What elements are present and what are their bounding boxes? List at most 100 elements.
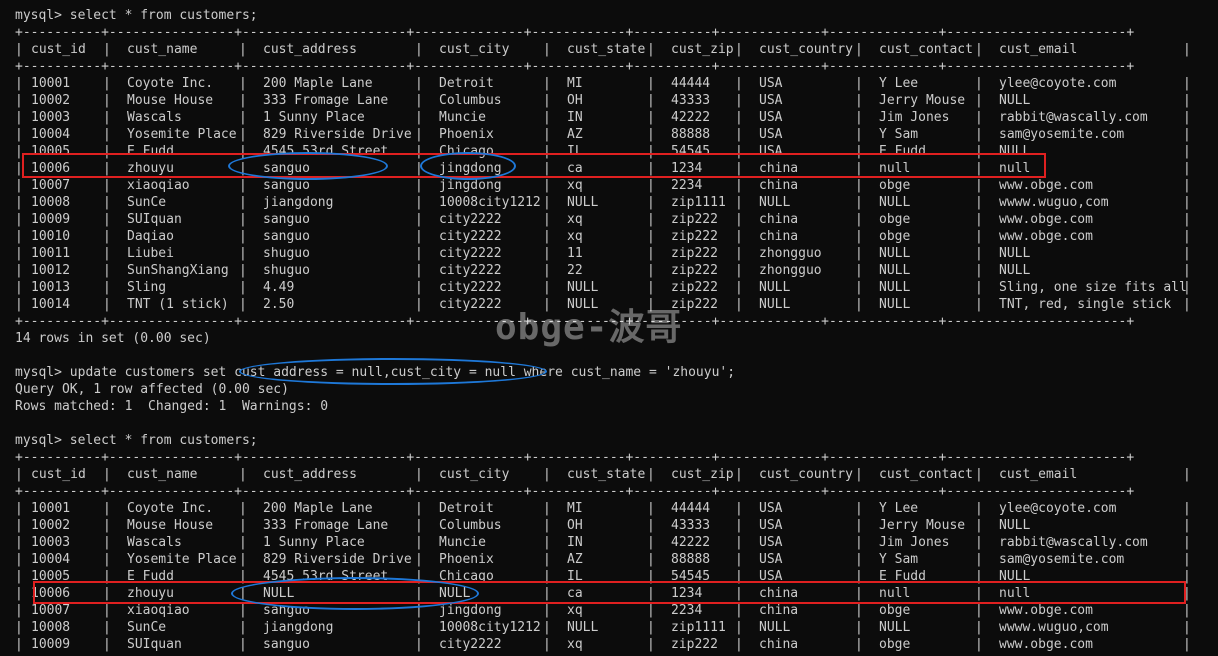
column-separator: | xyxy=(735,518,743,533)
table-cell: sanguo xyxy=(263,603,310,618)
table-cell: china xyxy=(759,586,799,601)
column-separator: | xyxy=(647,552,655,567)
table-cell: city2222 xyxy=(439,212,502,227)
column-separator: | xyxy=(103,76,111,91)
table-cell: rabbit@wascally.com xyxy=(999,535,1148,550)
table-cell: 22 xyxy=(567,263,583,278)
table-cell: cust_contact xyxy=(879,467,973,482)
table-cell: 829 Riverside Drive xyxy=(263,552,412,567)
column-separator: | xyxy=(647,42,655,57)
table-cell: USA xyxy=(759,76,783,91)
table-cell: sanguo xyxy=(263,229,310,244)
table-cell: zip222 xyxy=(671,229,718,244)
table-cell: china xyxy=(759,603,799,618)
column-separator: | xyxy=(855,501,863,516)
column-separator: | xyxy=(975,229,983,244)
table-cell: 200 Maple Lane xyxy=(263,501,373,516)
column-separator: | xyxy=(647,586,655,601)
column-separator: | xyxy=(647,569,655,584)
column-separator: | xyxy=(1183,603,1191,618)
table-cell: NULL xyxy=(879,620,911,635)
table-cell: SunShangXiang xyxy=(127,263,229,278)
result-summary: 14 rows in set (0.00 sec) xyxy=(15,331,211,346)
column-separator: | xyxy=(855,144,863,159)
column-separator: | xyxy=(103,161,111,176)
column-separator: | xyxy=(103,603,111,618)
column-separator: | xyxy=(975,178,983,193)
column-separator: | xyxy=(855,552,863,567)
column-separator: | xyxy=(647,467,655,482)
table-cell: zhongguo xyxy=(759,263,822,278)
table-cell: cust_name xyxy=(127,467,198,482)
table-row: | | | | | | | | | | 10009 SUIquan sanguo city2222 xq zi… xyxy=(15,211,1205,228)
table-cell: OH xyxy=(567,93,583,108)
column-separator: | xyxy=(1183,76,1191,91)
column-separator: | xyxy=(415,127,423,142)
table-cell: null xyxy=(999,161,1031,176)
column-separator: | xyxy=(103,535,111,550)
table-cell: Detroit xyxy=(439,76,494,91)
column-separator: | xyxy=(647,501,655,516)
table-cell: E Fudd xyxy=(879,144,926,159)
column-separator: | xyxy=(543,637,551,652)
column-separator: | xyxy=(647,229,655,244)
column-separator: | xyxy=(1183,501,1191,516)
table-cell: sanguo xyxy=(263,178,310,193)
terminal-window[interactable]: mysql> select * from customers; +--------… xyxy=(0,0,1218,656)
table-cell: NULL xyxy=(759,620,791,635)
column-separator: | xyxy=(543,552,551,567)
column-separator: | xyxy=(239,518,247,533)
table-cell: SUIquan xyxy=(127,637,182,652)
table-cell: china xyxy=(759,161,799,176)
table-cell: USA xyxy=(759,535,783,550)
table-cell: obge xyxy=(879,212,911,227)
column-separator: | xyxy=(975,501,983,516)
table-cell: Jim Jones xyxy=(879,110,950,125)
table-cell: 10012 xyxy=(31,263,71,278)
table-cell: 10013 xyxy=(31,280,71,295)
table-cell: www.obge.com xyxy=(999,603,1093,618)
column-separator: | xyxy=(1183,467,1191,482)
table-cell: NULL xyxy=(879,246,911,261)
column-separator: | xyxy=(415,620,423,635)
column-separator: | xyxy=(415,178,423,193)
column-separator: | xyxy=(15,603,23,618)
table-row: | | | | | | | | | | 10001 Coyote Inc. 200 Maple Lane… xyxy=(15,500,1205,517)
column-separator: | xyxy=(543,586,551,601)
column-separator: | xyxy=(1183,569,1191,584)
table-cell: 44444 xyxy=(671,501,711,516)
column-separator: | xyxy=(855,620,863,635)
column-separator: | xyxy=(239,212,247,227)
column-separator: | xyxy=(543,501,551,516)
column-separator: | xyxy=(103,144,111,159)
column-separator: | xyxy=(415,586,423,601)
table-cell: NULL xyxy=(879,195,911,210)
table-cell: NULL xyxy=(439,586,471,601)
table-cell: USA xyxy=(759,93,783,108)
column-separator: | xyxy=(415,637,423,652)
table-cell: china xyxy=(759,637,799,652)
column-separator: | xyxy=(1183,297,1191,312)
table-row: | | | | | | | | | | 10010 Daqiao sanguo city2222 xq zip… xyxy=(15,228,1205,245)
column-separator: | xyxy=(855,229,863,244)
table-cell: 11 xyxy=(567,246,583,261)
table-header-row: | | | | | | | | | | cust_id cust_name cust_address cu… xyxy=(15,466,1205,483)
column-separator: | xyxy=(735,603,743,618)
table-cell: xq xyxy=(567,178,583,193)
column-separator: | xyxy=(735,586,743,601)
column-separator: | xyxy=(103,42,111,57)
column-separator: | xyxy=(1183,161,1191,176)
table-cell: 10002 xyxy=(31,518,71,533)
table-cell: TNT, red, single stick xyxy=(999,297,1172,312)
column-separator: | xyxy=(735,467,743,482)
column-separator: | xyxy=(415,144,423,159)
column-separator: | xyxy=(735,297,743,312)
column-separator: | xyxy=(543,212,551,227)
column-separator: | xyxy=(415,161,423,176)
table-row: | | | | | | | | | | 10011 Liubei shuguo city2222 11 zip… xyxy=(15,245,1205,262)
column-separator: | xyxy=(735,93,743,108)
table-cell: 10008city1212 xyxy=(439,620,541,635)
column-separator: | xyxy=(15,552,23,567)
table-cell: 10011 xyxy=(31,246,71,261)
table-cell: IN xyxy=(567,535,583,550)
